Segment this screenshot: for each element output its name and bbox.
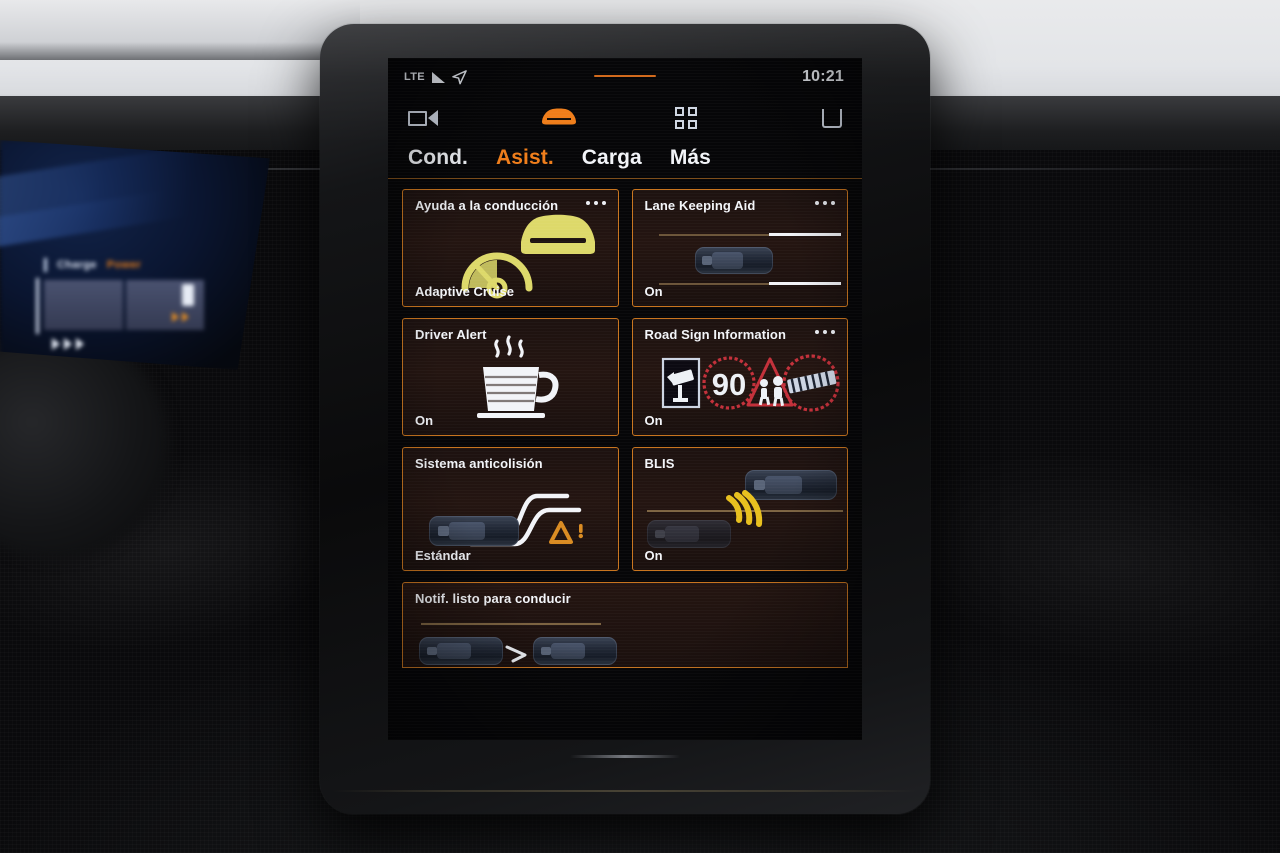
bezel-bottom-edge <box>332 790 918 792</box>
signal-bars-icon <box>431 71 445 83</box>
cluster-charge-label: Charge <box>57 259 97 271</box>
car-icon[interactable] <box>538 105 580 132</box>
card-title: Sistema anticolisión <box>415 456 543 471</box>
section-tabs: Cond. Asist. Carga Más <box>388 140 862 179</box>
assist-card-grid: Ayuda a la conducción Adaptive Cruise La… <box>388 179 862 571</box>
status-bar: LTE 10:21 <box>388 58 862 96</box>
card-status: On <box>644 413 663 428</box>
cluster-power-label: Power <box>106 259 142 271</box>
card-status: Adaptive Cruise <box>415 284 514 299</box>
quick-icon-bar <box>388 96 862 140</box>
camera-icon-slot[interactable] <box>408 110 492 126</box>
drag-handle[interactable] <box>594 75 656 77</box>
card-driver-alert[interactable]: Driver Alert On <box>402 318 619 436</box>
more-options-icon[interactable] <box>815 201 835 205</box>
instrument-cluster: Charge Power <box>0 140 270 370</box>
apps-grid-icon-slot[interactable] <box>621 107 759 129</box>
card-title: Driver Alert <box>415 327 487 342</box>
parking-icon-slot[interactable] <box>759 108 842 128</box>
car-icon-slot[interactable] <box>492 105 622 132</box>
car-top-down-icon <box>694 247 773 274</box>
card-title: Lane Keeping Aid <box>644 198 756 213</box>
status-bar-left: LTE <box>404 69 467 85</box>
card-status: On <box>644 284 663 299</box>
screen-bottom-fade <box>388 686 862 740</box>
cluster-scale-tick <box>36 278 39 334</box>
more-options-icon[interactable] <box>815 330 835 334</box>
card-status: On <box>644 548 663 563</box>
svg-text:90: 90 <box>711 367 745 402</box>
clock-time: 10:21 <box>802 68 844 85</box>
bezel-speaker-slot <box>570 755 680 758</box>
gauge-segment <box>44 280 123 330</box>
windshield-left-area <box>0 0 360 60</box>
car-top-down-icon <box>429 516 519 546</box>
card-collision-system[interactable]: Sistema anticolisión Estándar <box>402 447 619 571</box>
cluster-labels-row: Charge Power <box>44 258 141 272</box>
card-blis[interactable]: BLIS On <box>631 447 848 571</box>
card-status: On <box>415 413 434 428</box>
cluster-power-gauge <box>44 280 204 330</box>
card-title: BLIS <box>644 456 675 471</box>
cluster-battery-icon <box>182 284 194 306</box>
parking-icon[interactable] <box>822 108 842 128</box>
tab-asist[interactable]: Asist. <box>496 146 554 170</box>
cluster-divider-bar <box>44 258 47 272</box>
card-title: Ayuda a la conducción <box>415 198 559 213</box>
card-driving-assistance[interactable]: Ayuda a la conducción Adaptive Cruise <box>402 189 619 307</box>
navigation-arrow-icon <box>452 69 467 85</box>
card-title: Notif. listo para conducir <box>415 591 571 606</box>
cluster-warning-icons <box>172 312 189 322</box>
card-title: Road Sign Information <box>644 327 786 342</box>
network-label: LTE <box>404 71 425 83</box>
apps-grid-icon[interactable] <box>675 107 697 129</box>
card-status: Estándar <box>415 548 471 563</box>
cluster-chevron-icons <box>52 338 84 350</box>
camera-icon[interactable] <box>408 110 438 126</box>
card-road-sign-information[interactable]: Road Sign Information 90 On <box>631 318 848 436</box>
infotainment-display[interactable]: LTE 10:21 Cond. Asist. Carga Más Ayuda a… <box>388 58 862 740</box>
tab-mas[interactable]: Más <box>670 146 711 170</box>
card-lane-keeping-aid[interactable]: Lane Keeping Aid On <box>631 189 848 307</box>
tab-carga[interactable]: Carga <box>582 146 642 170</box>
tab-cond[interactable]: Cond. <box>408 146 468 170</box>
card-ready-to-drive-notification[interactable]: Notif. listo para conducir <box>402 582 848 668</box>
more-options-icon[interactable] <box>585 201 606 205</box>
